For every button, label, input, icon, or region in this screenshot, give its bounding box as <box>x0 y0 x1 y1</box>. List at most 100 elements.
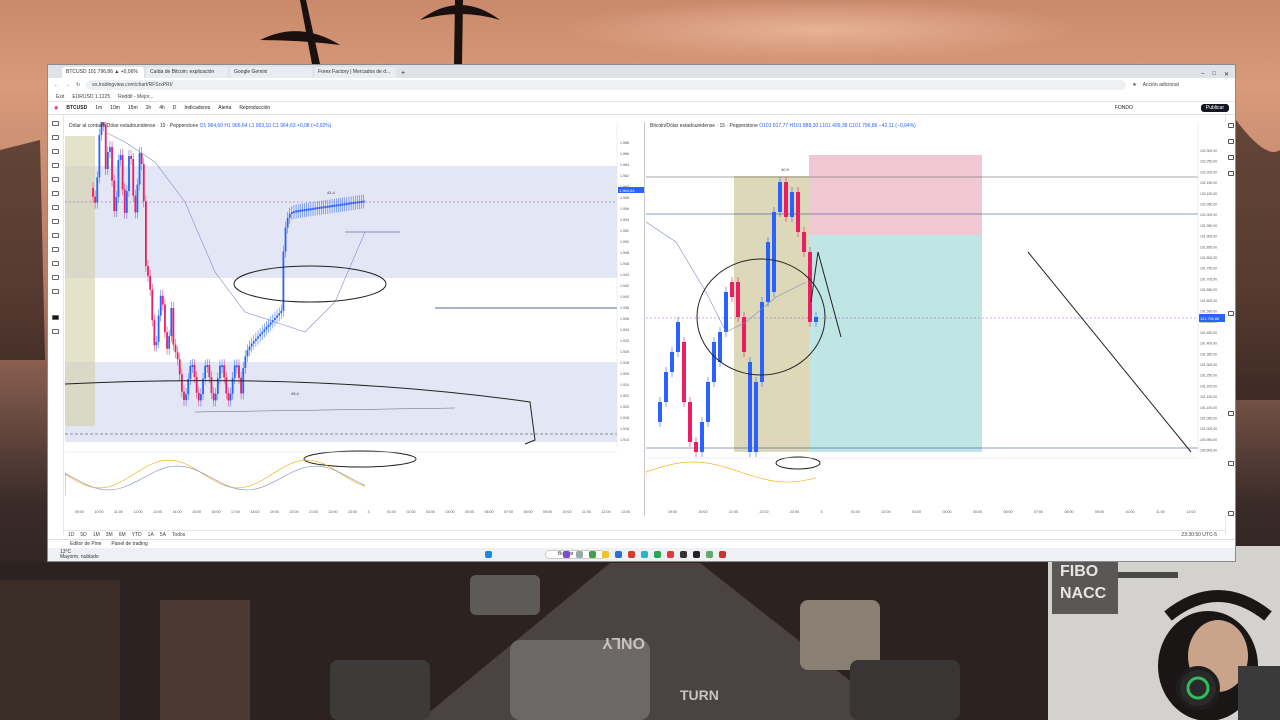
indicators-button[interactable]: Indicadores <box>184 105 210 111</box>
time-tick-label: 22:00 <box>329 510 338 514</box>
interval-4h[interactable]: 4h <box>159 105 165 111</box>
reload-icon[interactable]: ↻ <box>76 82 80 88</box>
lock-icon[interactable] <box>52 275 59 280</box>
forward-icon[interactable]: → <box>65 82 70 88</box>
app-icon[interactable] <box>628 551 635 558</box>
active-tool-icon[interactable] <box>52 315 59 320</box>
weather-widget[interactable]: 13°C Mayorm. nublado <box>60 550 99 560</box>
tab-bitcoin-explanation[interactable]: Caída de Bitcoin: explicación <box>146 67 228 78</box>
alert-button[interactable]: Alerta <box>218 105 231 111</box>
ruler-icon[interactable] <box>52 233 59 238</box>
price-tick-label: 101.550,00 <box>1200 310 1217 314</box>
interval-d[interactable]: D <box>173 105 177 111</box>
help-icon[interactable] <box>1228 511 1234 516</box>
tiktok-icon[interactable] <box>680 551 687 558</box>
folder-icon[interactable] <box>602 551 609 558</box>
url-field[interactable]: es.tradingview.com/chart/RFSrxPRI/ <box>86 80 1127 90</box>
tab-gemini[interactable]: Google Gemini <box>230 67 312 78</box>
replay-button[interactable]: Reproducción <box>239 105 270 111</box>
ideas-icon[interactable] <box>1228 411 1234 416</box>
range-3m[interactable]: 3M <box>106 532 113 538</box>
interval-15m[interactable]: 15m <box>128 105 138 111</box>
left-chart-panel[interactable]: 41.445.41.9681.9661.9641.9621.9601.9581.… <box>65 122 645 516</box>
chrome-icon[interactable] <box>589 551 596 558</box>
candle-body <box>658 402 662 422</box>
candle-body <box>185 394 187 401</box>
eye-icon[interactable] <box>52 289 59 294</box>
drawing-toolbar <box>48 115 64 535</box>
app-icon[interactable] <box>706 551 713 558</box>
app-icon[interactable] <box>563 551 570 558</box>
range-1a[interactable]: 1A <box>148 532 154 538</box>
tab-pine-editor[interactable]: Editor de Pine <box>70 541 101 547</box>
candle-body <box>235 365 238 368</box>
new-tab-button[interactable]: + <box>401 70 405 77</box>
magnet-icon[interactable] <box>52 261 59 266</box>
range-5a[interactable]: 5A <box>160 532 166 538</box>
profile-button[interactable]: Acción adicional <box>1143 82 1179 88</box>
notifications-icon[interactable] <box>1228 461 1234 466</box>
netflix-icon[interactable] <box>667 551 674 558</box>
maximize-icon[interactable]: □ <box>1212 71 1216 78</box>
range-1d[interactable]: 1D <box>68 532 74 538</box>
candle-body <box>670 352 674 372</box>
bookmark-item[interactable]: Exit <box>56 94 64 100</box>
fib-icon[interactable] <box>52 149 59 154</box>
range-all[interactable]: Todos <box>172 532 185 538</box>
left-chart-canvas[interactable]: 41.445.41.9681.9661.9641.9621.9601.9581.… <box>65 122 645 516</box>
chat-icon[interactable] <box>1228 311 1234 316</box>
bookmark-item[interactable]: EURUSD 1.1225 <box>72 94 110 100</box>
close-icon[interactable]: ✕ <box>1224 71 1229 78</box>
interval-10m[interactable]: 10m <box>110 105 120 111</box>
candle-body <box>172 307 175 345</box>
minimize-icon[interactable]: – <box>1201 71 1204 78</box>
utc-clock[interactable]: 23:30:50 UTC-5 <box>1181 532 1225 538</box>
watchlist-icon[interactable] <box>1228 123 1234 128</box>
time-tick-label: 19:00 <box>668 510 677 514</box>
app-icon[interactable] <box>641 551 648 558</box>
zoom-icon[interactable] <box>52 247 59 252</box>
app-icon[interactable] <box>576 551 583 558</box>
whatsapp-icon[interactable] <box>654 551 661 558</box>
trendline-icon[interactable] <box>52 135 59 140</box>
symbol-search[interactable]: BTCUSD <box>66 105 87 111</box>
range-5d[interactable]: 5D <box>80 532 86 538</box>
range-ytd[interactable]: YTD <box>132 532 142 538</box>
forecast-icon[interactable] <box>52 205 59 210</box>
crosshair-icon[interactable] <box>52 121 59 126</box>
right-chart-canvas[interactable]: 40.9 102.300,00 102.250,00 102.200,00 102.15… <box>646 122 1226 516</box>
app-icon[interactable] <box>719 551 726 558</box>
news-icon[interactable] <box>1228 155 1234 160</box>
tab-trading-panel[interactable]: Panel de trading <box>111 541 147 547</box>
range-6m[interactable]: 6M <box>119 532 126 538</box>
candle-body <box>778 182 782 212</box>
bookmark-item[interactable]: Reddit - Mejor... <box>118 94 153 100</box>
candle-body <box>802 232 806 252</box>
pattern-icon[interactable] <box>52 191 59 196</box>
tab-forexfactory[interactable]: Forex Factory | Mercados de d... <box>314 67 396 78</box>
star-icon[interactable]: ★ <box>1132 82 1136 88</box>
windows-start-icon[interactable] <box>485 551 492 558</box>
back-icon[interactable]: ← <box>54 82 59 88</box>
publish-button[interactable]: Publicar <box>1200 104 1229 112</box>
price-tick-label: 101.100,00 <box>1200 406 1217 410</box>
interval-1m[interactable]: 1m <box>95 105 102 111</box>
layout-button[interactable]: FONDO <box>1115 105 1133 111</box>
brush-icon[interactable] <box>52 163 59 168</box>
layers-icon[interactable] <box>1228 171 1234 176</box>
alerts-icon[interactable] <box>1228 139 1234 144</box>
right-chart-panel[interactable]: 40.9 102.300,00 102.250,00 102.200,00 102.15… <box>646 122 1226 516</box>
candle-body <box>170 307 173 337</box>
range-1m[interactable]: 1M <box>93 532 100 538</box>
edge-icon[interactable] <box>615 551 622 558</box>
shapes-icon[interactable] <box>52 219 59 224</box>
interval-1h[interactable]: 1h <box>146 105 152 111</box>
text-icon[interactable] <box>52 177 59 182</box>
price-tick-label: 1.962 <box>620 174 629 178</box>
time-tick-label: 09:00 <box>543 510 552 514</box>
trash-icon[interactable] <box>52 329 59 334</box>
taskbar-search[interactable]: Buscar <box>545 550 605 559</box>
tradingview-icon[interactable] <box>693 551 700 558</box>
time-tick-label: 02:00 <box>407 510 416 514</box>
tab-tradingview[interactable]: BTCUSD 101 796,86 ▲ +0,06% <box>62 67 144 78</box>
